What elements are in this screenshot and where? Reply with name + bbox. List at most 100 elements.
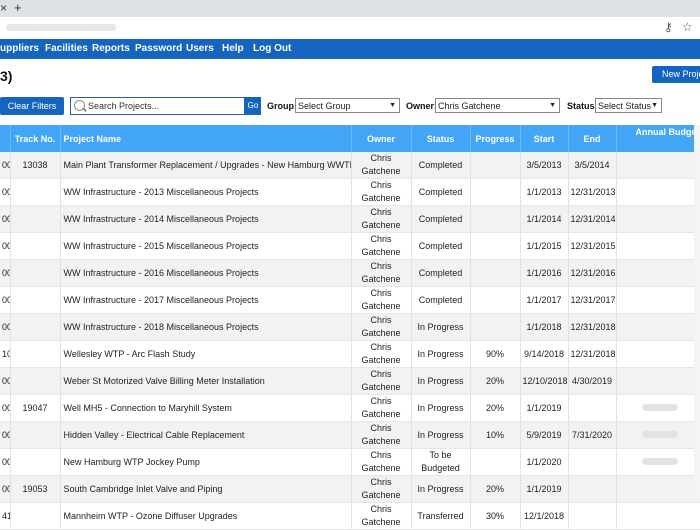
chevron-down-icon: ▼	[549, 102, 556, 109]
table-row[interactable]: 00 Hidden Valley - Electrical Cable Repla…	[0, 421, 700, 449]
cell-track-no	[10, 232, 61, 260]
table-row[interactable]: 00 WW Infrastructure - 2018 Miscellaneous…	[0, 313, 700, 341]
nav-item-help[interactable]: Help	[222, 43, 244, 54]
cell-id: 00	[0, 232, 11, 260]
table-row[interactable]: 00 WW Infrastructure - 2013 Miscellaneous…	[0, 178, 700, 206]
table-row[interactable]: 0013038Main Plant Transformer Replacemen…	[0, 152, 700, 179]
column-header-annual-budget[interactable]: Annual Budget	[616, 125, 700, 152]
column-header-id[interactable]	[0, 125, 11, 152]
url-text-blurred	[6, 24, 116, 31]
group-select[interactable]: Select Group ▼	[295, 98, 400, 113]
new-tab-icon[interactable]: +	[14, 0, 22, 15]
nav-item-reports[interactable]: Reports	[92, 43, 130, 54]
cell-progress: 30%	[470, 502, 521, 530]
search-input[interactable]	[88, 99, 238, 113]
cell-track-no	[10, 421, 61, 449]
cell-track-no	[10, 286, 61, 314]
cell-progress	[470, 152, 521, 179]
cell-track-no: 19047	[10, 394, 61, 422]
close-tab-icon[interactable]: ×	[0, 1, 7, 15]
cell-status: To be Budgeted	[411, 448, 471, 476]
column-header-track[interactable]: Track No.	[10, 125, 61, 152]
nav-item-password[interactable]: Password	[135, 43, 182, 54]
cell-project-name: Weber St Motorized Valve Billing Meter I…	[60, 367, 352, 395]
budget-value-blurred	[642, 431, 678, 438]
cell-project-name: WW Infrastructure - 2018 Miscellaneous P…	[60, 313, 352, 341]
cell-progress: 10%	[470, 421, 521, 449]
cell-track-no	[10, 178, 61, 206]
group-select-value: Select Group	[298, 101, 351, 111]
column-header-end[interactable]: End	[568, 125, 617, 152]
nav-item-logout[interactable]: Log Out	[253, 43, 291, 54]
cell-end: 12/31/2018	[568, 340, 617, 368]
cell-end: 12/31/2015	[568, 232, 617, 260]
cell-project-name: WW Infrastructure - 2016 Miscellaneous P…	[60, 259, 352, 287]
cell-progress	[470, 232, 521, 260]
new-project-button[interactable]: New Projec	[652, 66, 700, 83]
nav-item-users[interactable]: Users	[186, 43, 214, 54]
clear-filters-button[interactable]: Clear Filters	[0, 97, 64, 115]
cell-annual-budget	[616, 178, 700, 206]
cell-owner: Chris Gatchene	[351, 475, 412, 503]
table-row[interactable]: 10 Wellesley WTP - Arc Flash StudyChris G…	[0, 340, 700, 368]
column-header-start[interactable]: Start	[520, 125, 569, 152]
status-select-value: Select Status	[598, 101, 652, 111]
cell-project-name: Main Plant Transformer Replacement / Upg…	[60, 152, 352, 179]
table-row[interactable]: 00 WW Infrastructure - 2014 Miscellaneous…	[0, 205, 700, 233]
cell-annual-budget	[616, 475, 700, 503]
cell-project-name: New Hamburg WTP Jockey Pump	[60, 448, 352, 476]
nav-item-suppliers[interactable]: uppliers	[0, 43, 39, 54]
address-bar[interactable]: ⚷ ☆	[0, 17, 700, 40]
cell-end: 4/30/2019	[568, 367, 617, 395]
cell-end	[568, 448, 617, 476]
column-header-owner[interactable]: Owner	[351, 125, 412, 152]
table-row[interactable]: 00 WW Infrastructure - 2016 Miscellaneous…	[0, 259, 700, 287]
cell-id: 41	[0, 502, 11, 530]
cell-owner: Chris Gatchene	[351, 232, 412, 260]
table-row[interactable]: 00 Weber St Motorized Valve Billing Meter…	[0, 367, 700, 395]
cell-progress	[470, 259, 521, 287]
cell-owner: Chris Gatchene	[351, 421, 412, 449]
budget-value-blurred	[642, 404, 678, 411]
cell-progress: 20%	[470, 475, 521, 503]
table-row[interactable]: 00 WW Infrastructure - 2015 Miscellaneous…	[0, 232, 700, 260]
cell-track-no	[10, 448, 61, 476]
cell-status: Completed	[411, 259, 471, 287]
cell-status: In Progress	[411, 340, 471, 368]
owner-select[interactable]: Chris Gatchene ▼	[435, 98, 560, 113]
go-button[interactable]: Go	[245, 97, 261, 115]
key-icon[interactable]: ⚷	[664, 20, 673, 34]
table-row[interactable]: 0019053South Cambridge Inlet Valve and P…	[0, 475, 700, 503]
star-icon[interactable]: ☆	[682, 20, 693, 34]
scrollbar[interactable]	[694, 125, 700, 500]
cell-annual-budget	[616, 502, 700, 530]
status-select[interactable]: Select Status ▼	[595, 98, 662, 113]
cell-progress: 20%	[470, 367, 521, 395]
cell-track-no	[10, 367, 61, 395]
cell-owner: Chris Gatchene	[351, 448, 412, 476]
column-header-status[interactable]: Status	[411, 125, 471, 152]
column-header-progress[interactable]: Progress	[470, 125, 521, 152]
cell-id: 00	[0, 205, 11, 233]
cell-annual-budget	[616, 394, 700, 422]
column-header-project-name[interactable]: Project Name	[60, 125, 352, 152]
cell-start: 12/1/2018	[520, 502, 569, 530]
cell-owner: Chris Gatchene	[351, 286, 412, 314]
cell-annual-budget	[616, 205, 700, 233]
nav-item-facilities[interactable]: Facilities	[45, 43, 88, 54]
cell-owner: Chris Gatchene	[351, 313, 412, 341]
cell-id: 00	[0, 367, 11, 395]
cell-progress	[470, 448, 521, 476]
cell-id: 00	[0, 475, 11, 503]
cell-progress	[470, 178, 521, 206]
cell-owner: Chris Gatchene	[351, 340, 412, 368]
browser-tab-bar: × +	[0, 0, 700, 17]
cell-end	[568, 394, 617, 422]
table-row[interactable]: 0019047Well MH5 - Connection to Maryhill…	[0, 394, 700, 422]
cell-status: Transferred	[411, 502, 471, 530]
table-row[interactable]: 41 Mannheim WTP - Ozone Diffuser Upgrades…	[0, 502, 700, 530]
cell-project-name: Hidden Valley - Electrical Cable Replace…	[60, 421, 352, 449]
table-row[interactable]: 00 New Hamburg WTP Jockey PumpChris Gatch…	[0, 448, 700, 476]
table-row[interactable]: 00 WW Infrastructure - 2017 Miscellaneous…	[0, 286, 700, 314]
cell-status: Completed	[411, 205, 471, 233]
